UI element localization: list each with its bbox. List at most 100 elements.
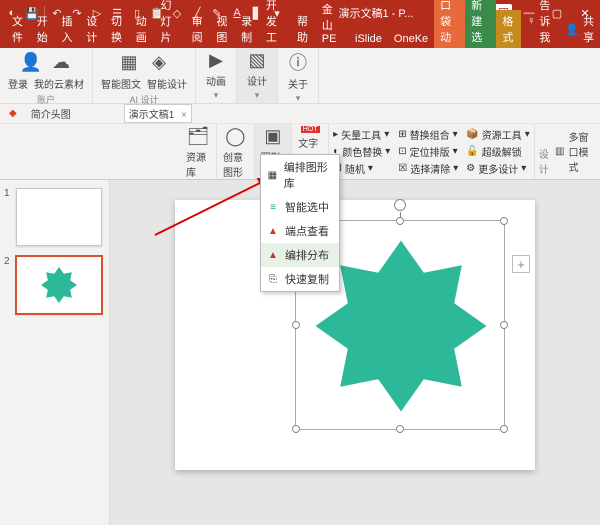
btn-vector-tool[interactable]: ▸ 矢量工具 ▾ [333, 127, 390, 142]
group-about[interactable]: ⓘ 关于 ▾ [278, 48, 319, 103]
intro-thumb-button[interactable]: 简介头图 [26, 104, 76, 123]
smart-design-icon[interactable]: ◈ [147, 50, 171, 74]
ribbon-tabs: 文件 开始 插入 设计 切换 动画 幻灯片 审阅 视图 录制 开发工 帮助 金山… [0, 26, 600, 48]
tab-help[interactable]: 帮助 [291, 10, 316, 48]
highlight-icon[interactable]: ▋ [249, 5, 265, 21]
shape-arrange-dropdown: ▦编排图形库 ≡智能选中 ▲端点查看 ▲编排分布 ⎘快速复制 [260, 154, 340, 292]
doc-tab-close[interactable]: × [181, 110, 187, 121]
btn-combine[interactable]: ⊞ 替换组合 ▾ [398, 127, 458, 142]
animation-icon: ▶ [204, 50, 228, 71]
thumbnail-1[interactable]: 1 [6, 188, 103, 246]
tell-me-label: 告诉我 [539, 0, 553, 45]
addon-ribbon: 👤 ☁ 登录 我的云素材 账户 ▦ ◈ 智能图文 智能设计 AI 设计 ▶ 动画… [0, 48, 600, 104]
autosave-icon[interactable]: ◐ [4, 5, 20, 21]
touch-mode-icon[interactable]: ☰ [109, 5, 125, 21]
line-icon[interactable]: ╱ [189, 5, 205, 21]
login-icon[interactable]: 👤 [19, 50, 43, 74]
shape-icon[interactable]: ◇ [169, 5, 185, 21]
btn-creative-shapes[interactable]: ◯ 创意图形▾ [217, 124, 255, 179]
thumb-slide [16, 188, 102, 246]
group-label: 设计 [534, 124, 555, 179]
copy-icon: ⎘ [267, 273, 279, 285]
tab-islide[interactable]: iSlide [349, 30, 388, 48]
creative-label: 创意图形 [223, 149, 248, 179]
dropdown-item-distribute[interactable]: ▲编排分布 [261, 243, 339, 267]
col-resource: 📦 资源工具 ▾ 🔓 超级解锁 ⚙ 更多设计 ▾ [462, 124, 533, 179]
tab-wps[interactable]: 金山PE [316, 0, 349, 48]
cloud-assets-icon[interactable]: ☁ [49, 50, 73, 74]
resize-handle-w[interactable] [292, 321, 300, 329]
layout-plus-button[interactable]: + [512, 255, 530, 273]
thumb-number: 1 [4, 188, 10, 199]
resource-icon: 🗂 [186, 126, 210, 147]
btn-super-unlock[interactable]: 🔓 超级解锁 [466, 144, 529, 159]
pen-icon[interactable]: ✎ [209, 5, 225, 21]
col-combine: ⊞ 替换组合 ▾ ⊡ 定位排版 ▾ ☒ 选择清除 ▾ [394, 124, 462, 179]
rotate-handle[interactable] [394, 199, 406, 211]
share-icon: 👤 [565, 23, 579, 36]
redo-icon[interactable]: ↷ [69, 5, 85, 21]
group-animation[interactable]: ▶ 动画 ▾ [196, 48, 237, 103]
doc-tab-label: 演示文稿1 [129, 110, 175, 121]
paste-icon[interactable]: 📋 [149, 5, 165, 21]
resize-handle-e[interactable] [500, 321, 508, 329]
save-icon[interactable]: 💾 [24, 5, 40, 21]
cloud-label: 我的云素材 [34, 76, 84, 91]
arrange-icon: ▣ [261, 126, 285, 147]
start-slideshow-icon[interactable]: ▷ [89, 5, 105, 21]
resource-label: 资源库 [186, 149, 210, 179]
btn-resource-lib[interactable]: 🗂 资源库▾ [180, 124, 217, 179]
current-slide[interactable]: + [175, 200, 535, 470]
dropdown-item-smartselect[interactable]: ≡智能选中 [261, 195, 339, 219]
wordcloud-icon: HOT [298, 126, 322, 133]
btn-color-replace[interactable]: ◐ 颜色替换 ▾ [333, 144, 390, 159]
btn-random[interactable]: ⚂ 随机 ▾ [333, 161, 390, 176]
about-label: 关于 [288, 76, 308, 91]
qat-separator [44, 6, 45, 20]
dropdown-item-library[interactable]: ▦编排图形库 [261, 155, 339, 195]
new-icon[interactable]: ▯ [129, 5, 145, 21]
group-account: 👤 ☁ 登录 我的云素材 账户 [0, 48, 93, 103]
dropdown-item-quickcopy[interactable]: ⎘快速复制 [261, 267, 339, 291]
resize-handle-se[interactable] [500, 425, 508, 433]
select-icon: ≡ [267, 201, 279, 213]
thumb-slide [16, 256, 102, 314]
qat-more-icon[interactable]: ▾ [269, 5, 285, 21]
slide-thumbnails: 1 2 [0, 180, 110, 525]
group-design-btn[interactable]: ▧ 设计 ▾ [237, 48, 278, 103]
animation-label: 动画 [206, 73, 226, 88]
login-label: 登录 [8, 76, 28, 91]
mini-shape-icon [39, 265, 79, 305]
tab-onekey[interactable]: OneKe [388, 30, 434, 48]
multiwindow-icon: ▥ [555, 146, 564, 157]
tab-pocket[interactable]: 口袋动 [434, 0, 465, 48]
resize-handle-sw[interactable] [292, 425, 300, 433]
doc-tab[interactable]: 演示文稿1 × [124, 104, 192, 123]
dropdown-item-endpoints[interactable]: ▲端点查看 [261, 219, 339, 243]
share-button[interactable]: 👤 共享 [559, 10, 600, 48]
tab-newtab[interactable]: 新建选 [465, 0, 496, 48]
btn-resource-tool[interactable]: 📦 资源工具 ▾ [466, 127, 529, 142]
resize-handle-n[interactable] [396, 217, 404, 225]
resize-handle-s[interactable] [396, 425, 404, 433]
grid-icon: ▦ [267, 169, 278, 181]
btn-more-design[interactable]: ⚙ 更多设计 ▾ [466, 161, 529, 176]
btn-select-clear[interactable]: ☒ 选择清除 ▾ [398, 161, 458, 176]
undo-icon[interactable]: ↶ [49, 5, 65, 21]
slide-canvas[interactable]: + [110, 180, 600, 525]
tab-format[interactable]: 格式 [496, 10, 521, 48]
smart-graphic-icon[interactable]: ▦ [117, 50, 141, 74]
resize-handle-ne[interactable] [500, 217, 508, 225]
creative-icon: ◯ [223, 126, 247, 147]
app-icon[interactable]: ◆ [4, 106, 22, 121]
tell-me[interactable]: ♀ 告诉我 [521, 0, 559, 48]
font-color-icon[interactable]: A [229, 5, 245, 21]
multiwindow-label: 多窗口模式 [568, 129, 594, 174]
design-label: 设计 [247, 73, 267, 88]
btn-multiwindow[interactable]: ▥ 多窗口模式 [555, 124, 600, 179]
thumbnail-2[interactable]: 2 [6, 256, 103, 314]
smart-graphic-label: 智能图文 [101, 76, 141, 91]
triangle-icon: ▲ [267, 249, 279, 261]
triangle-icon: ▲ [267, 225, 279, 237]
btn-position[interactable]: ⊡ 定位排版 ▾ [398, 144, 458, 159]
